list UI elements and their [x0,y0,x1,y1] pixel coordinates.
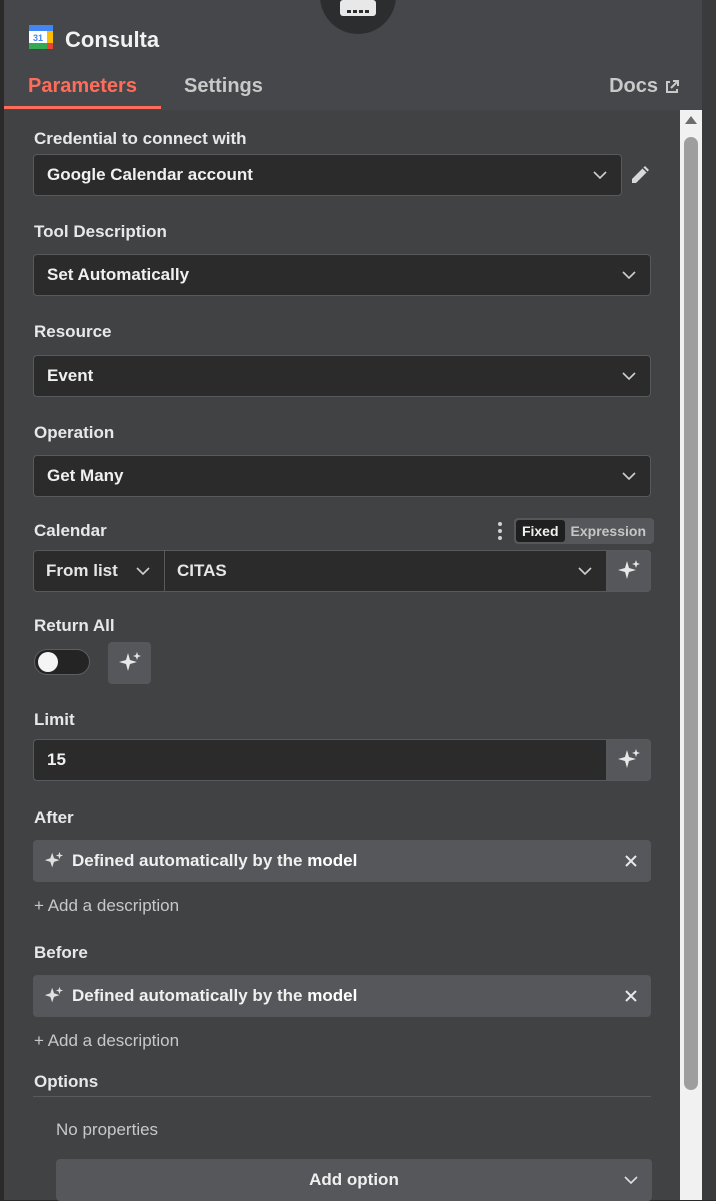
node-title: Consulta [65,27,160,52]
fixed-expression-toggle: Fixed Expression [513,518,654,544]
calendar-label: Calendar [34,521,107,540]
after-auto-text: Defined automatically by the model [72,851,358,870]
sparkle-icon [44,986,64,1003]
chevron-down-icon [624,1176,638,1185]
scrollbar-thumb[interactable] [684,137,698,1090]
fixed-expression-toggle-group: Fixed Expression [494,518,654,544]
limit-label: Limit [34,710,75,729]
calendar-input-row: From list CITAS [33,550,651,592]
scrollbar[interactable] [680,110,702,1200]
calendar-value: CITAS [177,561,227,580]
tool-description-label: Tool Description [34,222,167,241]
calendar-mode-select[interactable]: From list [33,550,165,592]
close-icon[interactable] [623,853,639,869]
expression-option[interactable]: Expression [565,520,652,542]
tab-settings[interactable]: Settings [184,75,263,98]
chevron-down-icon [136,567,150,576]
options-label: Options [34,1072,99,1091]
close-icon[interactable] [623,988,639,1004]
return-all-label: Return All [34,616,115,635]
tool-description-select[interactable]: Set Automatically [33,254,651,296]
before-auto-field[interactable]: Defined automatically by the model [33,975,651,1017]
toggle-knob [38,652,58,672]
after-add-description-link[interactable]: + Add a description [34,896,179,916]
options-divider [33,1096,651,1097]
chevron-down-icon [622,271,636,280]
docs-link[interactable]: Docs [609,75,680,98]
after-label: After [34,808,74,827]
google-calendar-icon: 31 [29,25,53,49]
sparkle-icon [617,560,640,579]
sparkle-icon [617,749,640,768]
after-auto-field[interactable]: Defined automatically by the model [33,840,651,882]
sparkle-icon [44,851,64,868]
parameters-form: Credential to connect with Google Calend… [4,110,680,1201]
calendar-select[interactable]: CITAS [165,550,607,592]
more-vertical-icon[interactable] [494,521,506,541]
before-add-description-link[interactable]: + Add a description [34,1031,179,1051]
add-option-button[interactable]: Add option [56,1159,652,1201]
before-auto-text: Defined automatically by the model [72,986,358,1005]
resource-label: Resource [34,322,112,341]
add-option-label: Add option [309,1170,399,1189]
active-tab-underline [4,106,161,109]
pencil-icon[interactable] [629,162,653,186]
credential-label: Credential to connect with [34,129,247,148]
operation-value: Get Many [47,466,124,485]
calendar-ai-button[interactable] [607,550,651,592]
limit-input-row: 15 [33,739,651,781]
chevron-down-icon [622,472,636,481]
scroll-up-icon[interactable] [685,116,697,124]
before-label: Before [34,943,88,962]
svg-text:31: 31 [33,33,43,43]
docs-label: Docs [609,75,658,97]
calendar-mode-value: From list [46,561,118,580]
operation-select[interactable]: Get Many [33,455,651,497]
node-details-panel: 31 Consulta Parameters Settings Docs Cre… [4,0,702,1201]
chevron-down-icon [593,171,607,180]
limit-ai-button[interactable] [607,739,651,781]
operation-label: Operation [34,423,115,442]
limit-input[interactable]: 15 [33,739,607,781]
credential-select[interactable]: Google Calendar account [33,154,622,196]
return-all-ai-button[interactable] [108,642,151,684]
chevron-down-icon [622,372,636,381]
credential-value: Google Calendar account [47,165,253,184]
chevron-down-icon [578,567,592,576]
resource-value: Event [47,366,94,385]
no-properties-text: No properties [56,1120,159,1139]
canvas-background [702,0,716,1200]
fixed-option[interactable]: Fixed [515,520,565,542]
tab-parameters[interactable]: Parameters [28,75,137,98]
tool-description-value: Set Automatically [47,265,190,284]
return-all-toggle[interactable] [34,649,90,675]
external-link-icon [666,79,679,93]
sparkle-icon [118,652,141,671]
resource-select[interactable]: Event [33,355,651,397]
